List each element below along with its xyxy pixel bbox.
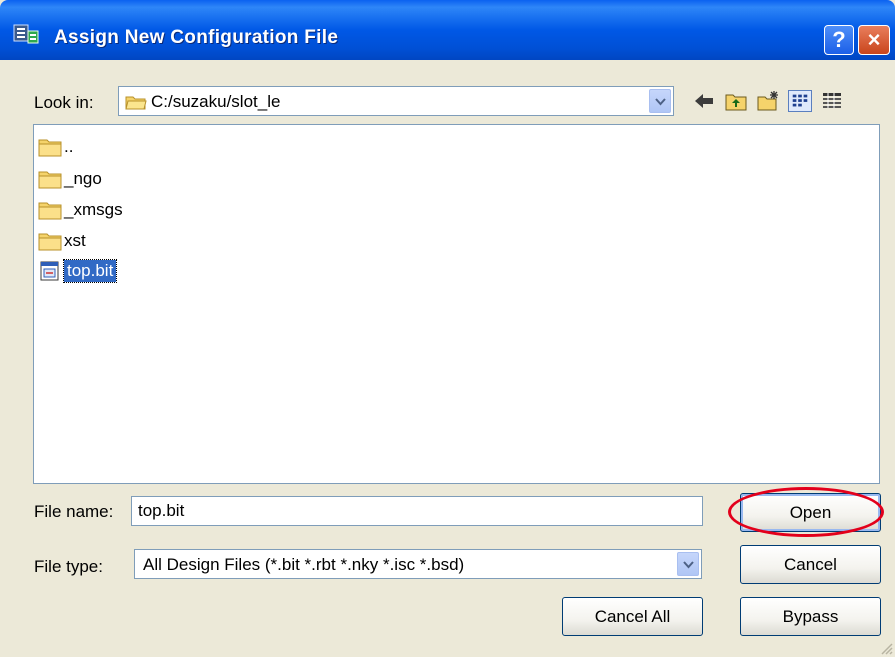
chevron-down-icon (683, 561, 694, 569)
file-list[interactable]: .. _ngo _xmsgs xst top.bit (33, 124, 880, 484)
file-name-label: File name: (34, 502, 114, 521)
file-name-text: .. (64, 137, 74, 156)
list-item[interactable]: _xmsgs (38, 196, 123, 224)
new-folder-icon[interactable] (756, 90, 780, 112)
back-arrow-icon[interactable] (692, 90, 716, 112)
folder-icon (38, 202, 62, 220)
open-button[interactable]: Open (740, 493, 881, 532)
file-name-text: top.bit (62, 259, 118, 283)
folder-icon (38, 171, 62, 189)
up-folder-icon[interactable] (724, 90, 748, 112)
list-item[interactable]: .. (38, 133, 73, 161)
open-folder-icon (125, 96, 147, 110)
list-item[interactable]: _ngo (38, 165, 102, 193)
window-title: Assign New Configuration File (54, 27, 339, 48)
look-in-value: C:/suzaku/slot_le (151, 92, 281, 111)
file-name-input[interactable]: top.bit (131, 496, 703, 526)
close-button[interactable]: × (858, 25, 890, 55)
folder-icon (38, 233, 62, 251)
list-item[interactable]: xst (38, 227, 86, 255)
look-in-dropdown-arrow[interactable] (649, 89, 671, 113)
look-in-dropdown[interactable]: C:/suzaku/slot_le (118, 86, 674, 116)
file-type-label: File type: (34, 557, 103, 576)
file-type-dropdown-arrow[interactable] (677, 552, 699, 576)
file-name-text: _ngo (64, 169, 102, 188)
chevron-down-icon (655, 98, 666, 106)
title-bar[interactable]: Assign New Configuration File ? × (0, 0, 895, 60)
list-view-icon[interactable] (788, 90, 812, 112)
file-type-dropdown[interactable]: All Design Files (*.bit *.rbt *.nky *.is… (134, 549, 702, 579)
file-type-value: All Design Files (*.bit *.rbt *.nky *.is… (143, 555, 465, 574)
look-in-label: Look in: (34, 93, 94, 112)
bit-file-icon (40, 261, 59, 281)
chip-config-icon (13, 24, 39, 44)
bypass-button[interactable]: Bypass (740, 597, 881, 636)
resize-grip-icon[interactable] (879, 641, 893, 655)
file-name-text: xst (64, 231, 86, 250)
cancel-all-button[interactable]: Cancel All (562, 597, 703, 636)
list-item-selected[interactable]: top.bit (38, 257, 118, 285)
folder-icon (38, 139, 62, 157)
cancel-button[interactable]: Cancel (740, 545, 881, 584)
help-button[interactable]: ? (824, 25, 854, 55)
file-name-text: _xmsgs (64, 200, 123, 219)
details-view-icon[interactable] (820, 90, 844, 112)
